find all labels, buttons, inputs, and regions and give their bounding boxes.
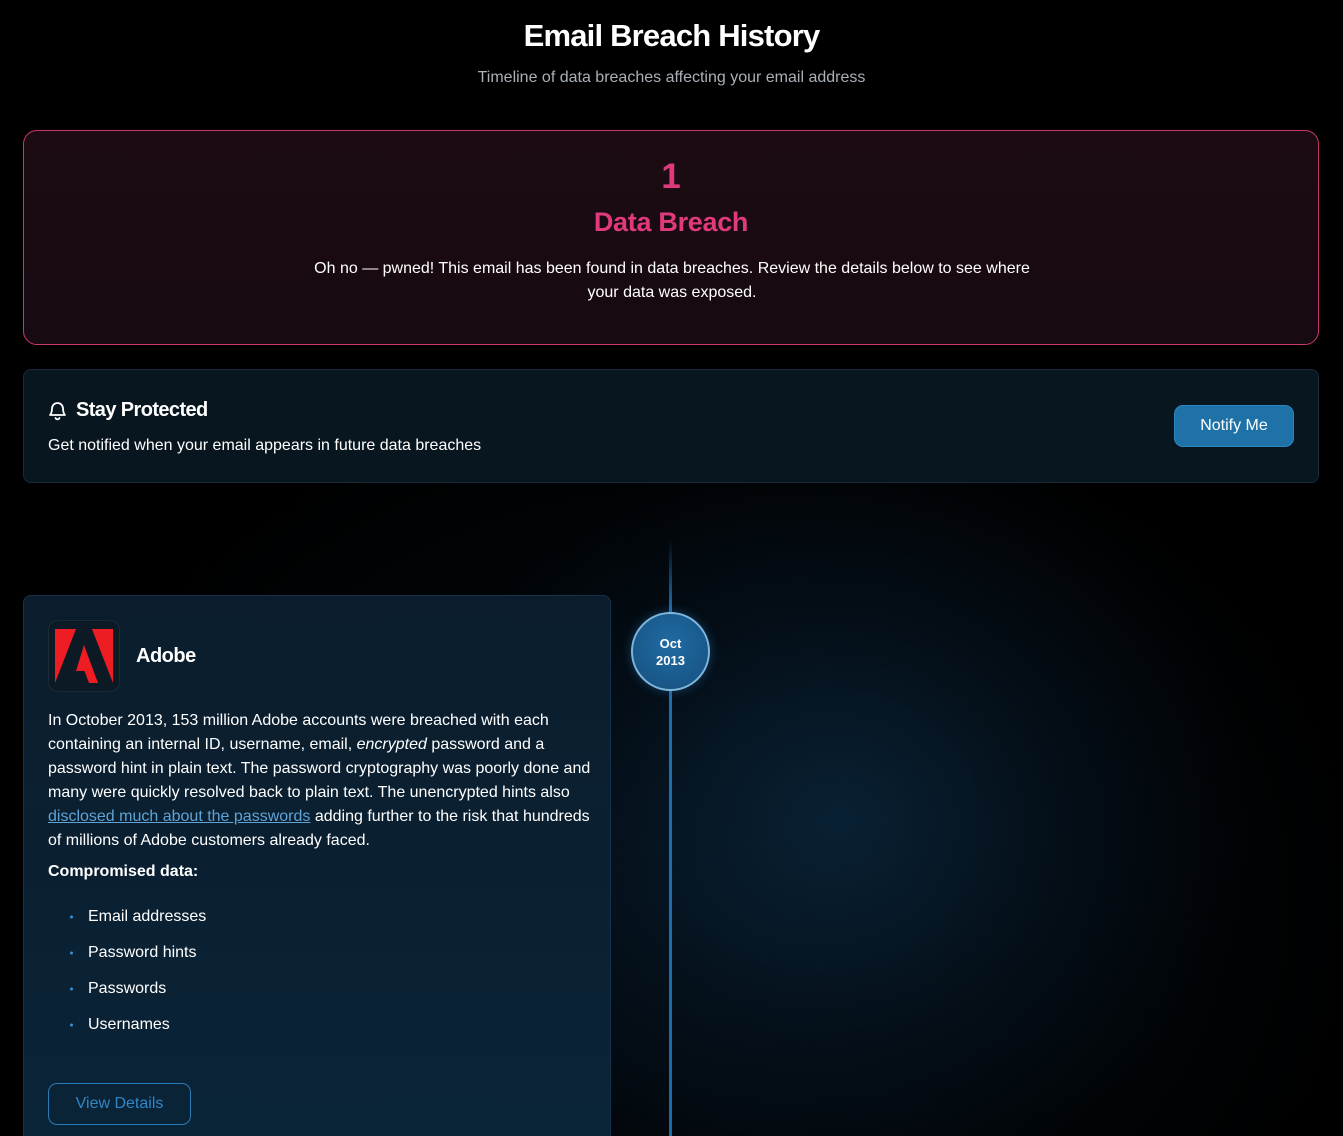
compromised-item-label: Password hints xyxy=(88,944,197,961)
breach-summary-card: 1 Data Breach Oh no — pwned! This email … xyxy=(23,130,1319,345)
bullet-icon xyxy=(70,951,73,955)
page-title: Email Breach History xyxy=(523,18,821,53)
breach-description: In October 2013, 153 million Adobe accou… xyxy=(48,709,593,853)
breach-card-adobe: Adobe In October 2013, 153 million Adobe… xyxy=(23,595,611,1136)
description-emphasis: encrypted xyxy=(356,736,427,753)
passwords-disclosure-link[interactable]: disclosed much about the passwords xyxy=(48,808,310,825)
timeline-date-marker: Oct 2013 xyxy=(631,612,710,691)
stay-protected-title: Stay Protected xyxy=(76,399,208,421)
compromised-item-label: Passwords xyxy=(88,980,167,997)
list-item: Password hints xyxy=(48,935,206,971)
bullet-icon xyxy=(70,987,73,991)
stay-protected-heading: Stay Protected xyxy=(48,399,208,422)
breach-count: 1 xyxy=(661,157,681,196)
list-item: Email addresses xyxy=(48,899,206,935)
compromised-item-label: Email addresses xyxy=(88,908,207,925)
view-details-button[interactable]: View Details xyxy=(48,1083,191,1125)
list-item: Usernames xyxy=(48,1007,206,1043)
stay-protected-text: Get notified when your email appears in … xyxy=(48,437,482,454)
compromised-data-heading: Compromised data: xyxy=(48,863,199,880)
bell-icon xyxy=(48,400,67,421)
compromised-item-label: Usernames xyxy=(88,1016,170,1033)
compromised-data-list: Email addresses Password hints Passwords… xyxy=(48,908,206,1053)
date-year: 2013 xyxy=(656,652,685,668)
bullet-icon xyxy=(70,1023,73,1027)
stay-protected-card: Stay Protected Get notified when your em… xyxy=(23,369,1319,483)
date-month: Oct xyxy=(659,635,682,651)
page-subtitle: Timeline of data breaches affecting your… xyxy=(477,69,866,86)
list-item: Passwords xyxy=(48,971,206,1007)
bullet-icon xyxy=(70,915,73,919)
breach-count-label: Data Breach xyxy=(593,207,749,237)
breach-message: Oh no — pwned! This email has been found… xyxy=(314,260,1030,301)
adobe-logo-icon xyxy=(48,620,120,692)
notify-me-button[interactable]: Notify Me xyxy=(1174,405,1294,447)
breach-brand-name: Adobe xyxy=(136,645,196,667)
